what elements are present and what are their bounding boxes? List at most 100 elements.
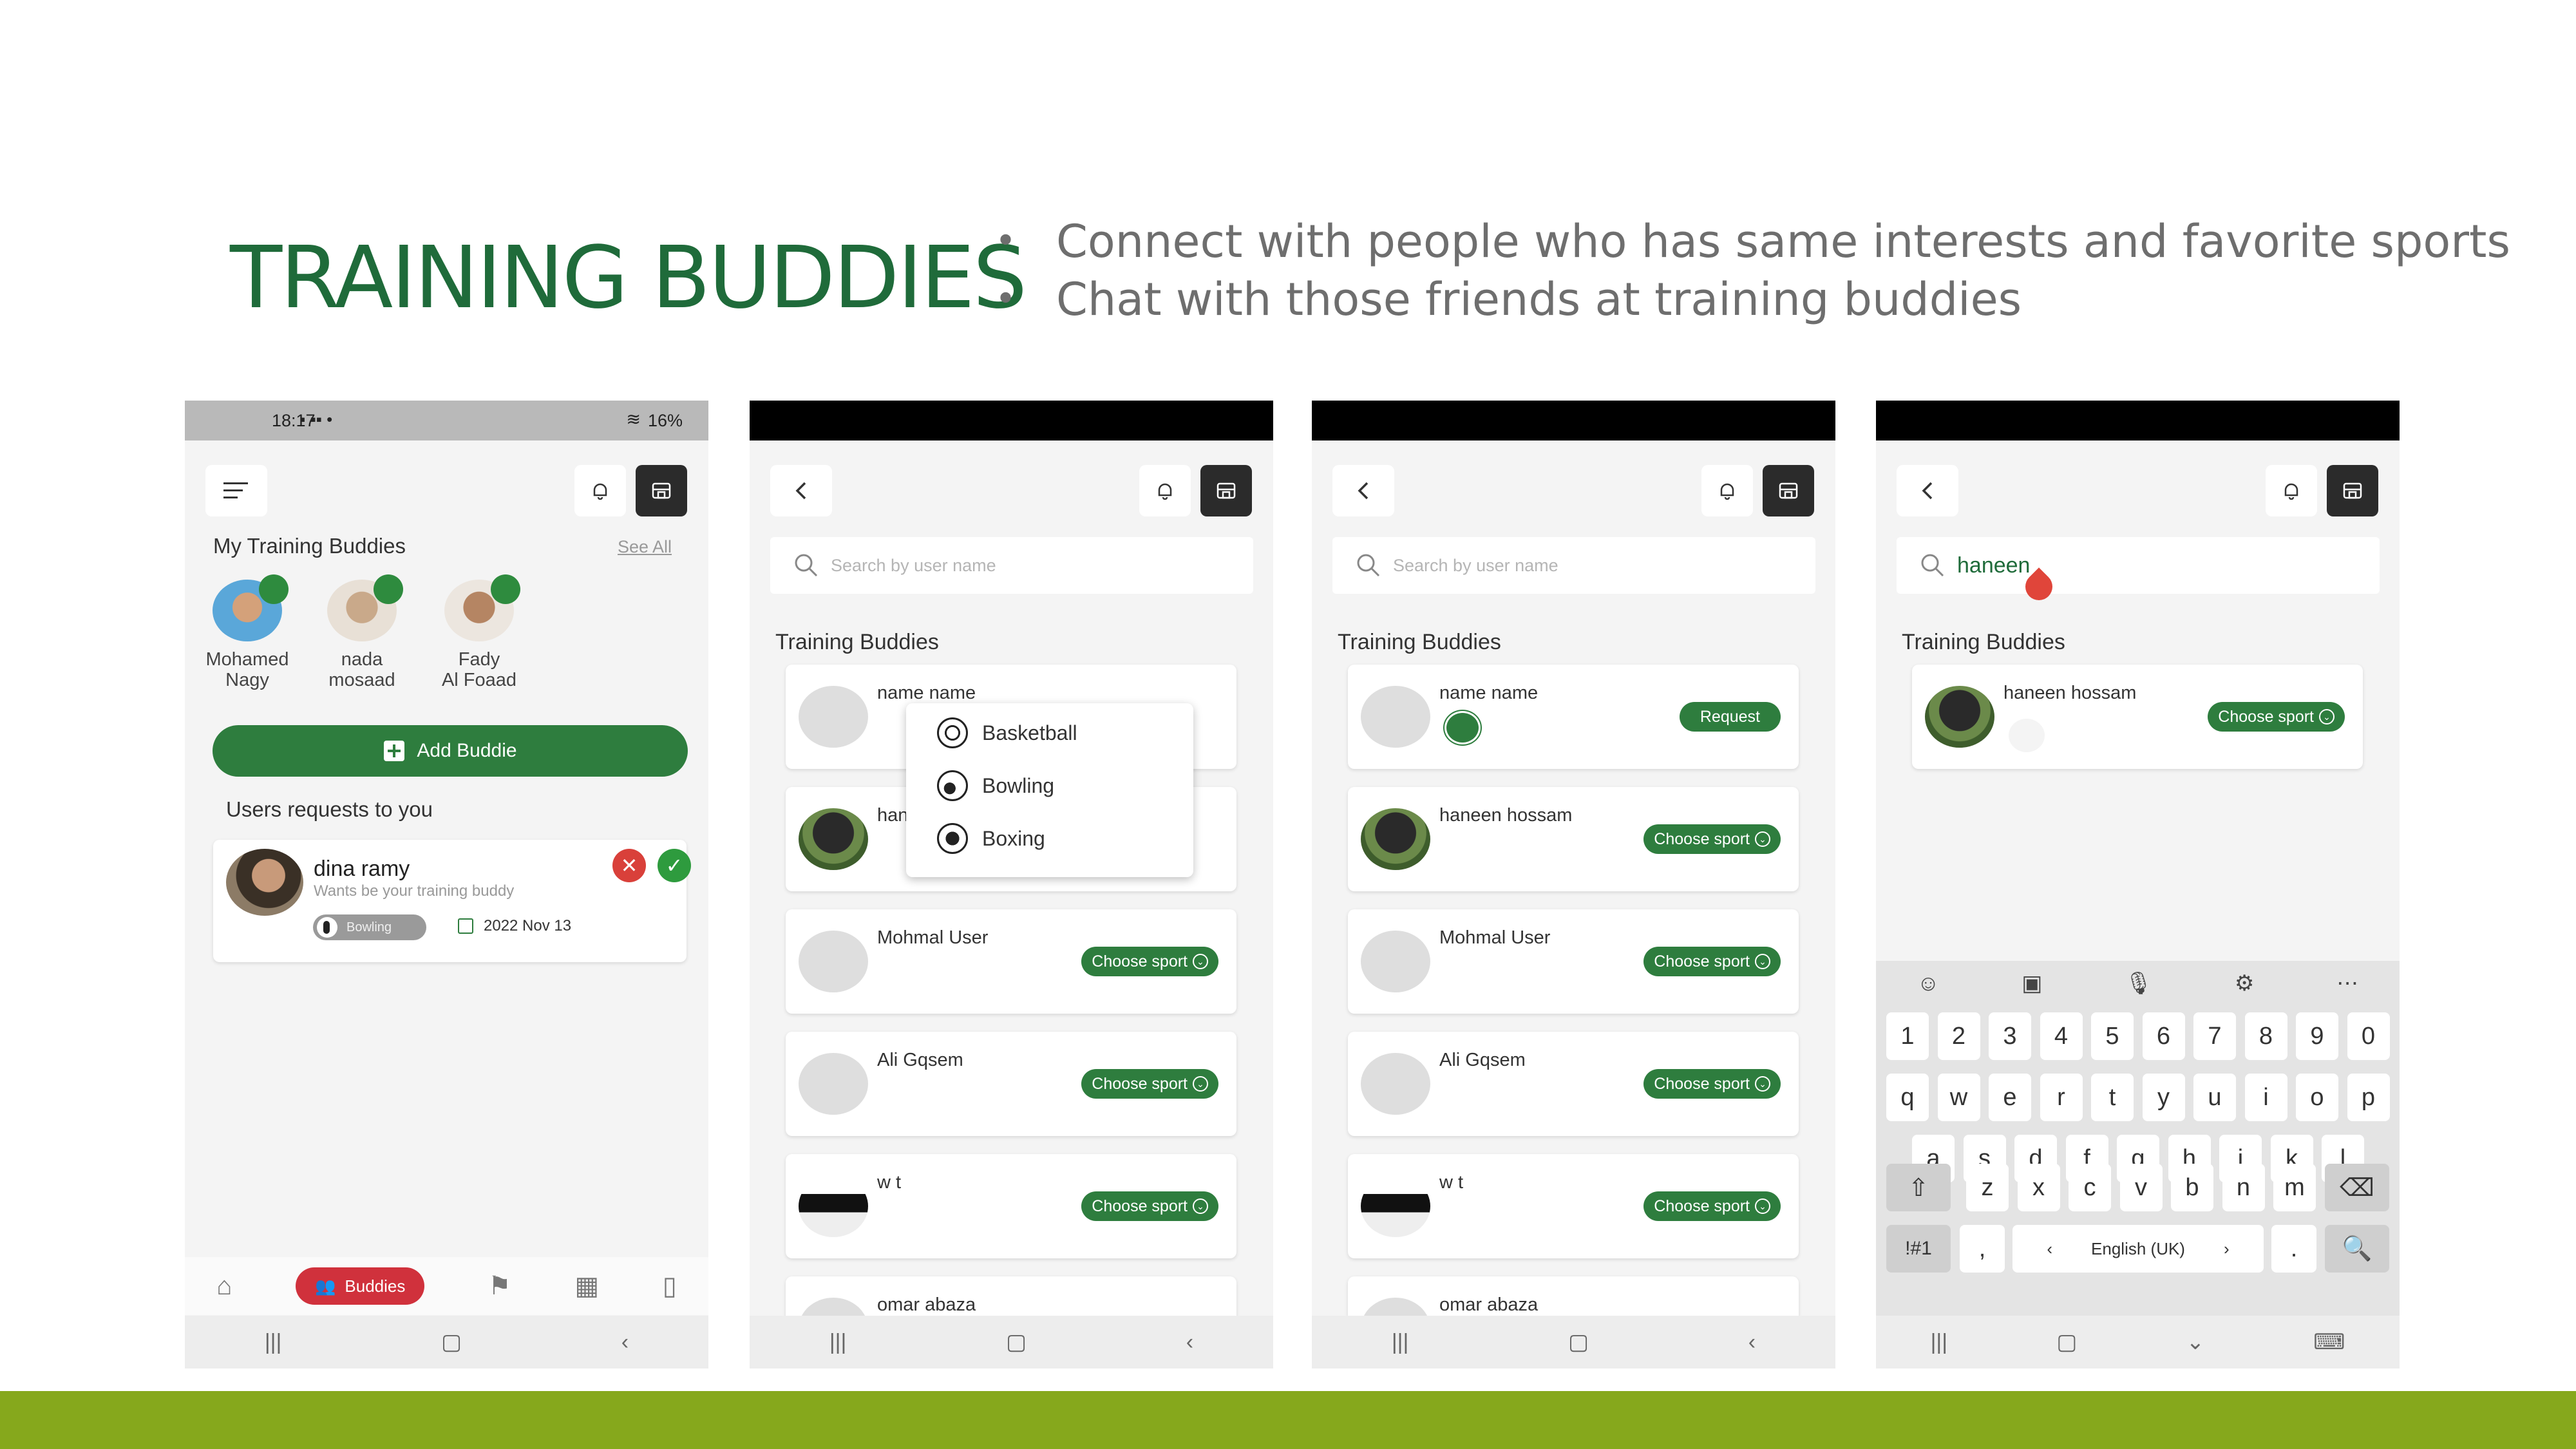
key-4[interactable]: 4 bbox=[2040, 1012, 2083, 1060]
key-c[interactable]: c bbox=[2069, 1164, 2111, 1211]
recents-icon[interactable]: ||| bbox=[829, 1330, 847, 1355]
buddy-card[interactable]: Ali Gqsem Choose sport ⌄ bbox=[786, 1032, 1236, 1136]
key-w[interactable]: w bbox=[1937, 1074, 1980, 1121]
key-9[interactable]: 9 bbox=[2296, 1012, 2338, 1060]
dropdown-option[interactable]: Basketball bbox=[937, 717, 1077, 748]
buddy-card[interactable]: Ali Gqsem Choose sport ⌄ bbox=[1348, 1032, 1799, 1136]
more-icon[interactable]: ⋯ bbox=[2336, 971, 2358, 996]
choose-sport-button[interactable]: Choose sport ⌄ bbox=[1081, 1191, 1218, 1221]
back-button[interactable] bbox=[770, 465, 832, 516]
key-n[interactable]: n bbox=[2222, 1164, 2265, 1211]
buddy-card[interactable]: Mohmal User Choose sport ⌄ bbox=[1348, 909, 1799, 1014]
choose-sport-button[interactable]: Choose sport ⌄ bbox=[1643, 1069, 1781, 1099]
sticker-icon[interactable]: ▣ bbox=[2022, 971, 2042, 996]
choose-sport-button[interactable]: Choose sport ⌄ bbox=[1081, 1069, 1218, 1099]
home-circle-icon[interactable]: ▢ bbox=[441, 1329, 462, 1355]
notifications-button[interactable] bbox=[2266, 465, 2317, 516]
backspace-key[interactable]: ⌫ bbox=[2325, 1164, 2389, 1211]
menu-button[interactable] bbox=[205, 465, 267, 516]
calendar-icon[interactable]: ▦ bbox=[574, 1271, 599, 1301]
home-circle-icon[interactable]: ▢ bbox=[2056, 1329, 2077, 1355]
home-circle-icon[interactable]: ▢ bbox=[1006, 1329, 1027, 1355]
search-input[interactable]: haneen bbox=[1897, 537, 2380, 594]
recents-icon[interactable]: ||| bbox=[265, 1330, 282, 1355]
key-x[interactable]: x bbox=[2017, 1164, 2060, 1211]
key-t[interactable]: t bbox=[2091, 1074, 2134, 1121]
buddy-item[interactable]: nada mosaad bbox=[320, 574, 404, 690]
key-y[interactable]: y bbox=[2142, 1074, 2185, 1121]
see-all-link[interactable]: See All bbox=[618, 537, 672, 557]
key-0[interactable]: 0 bbox=[2347, 1012, 2390, 1060]
key-5[interactable]: 5 bbox=[2091, 1012, 2134, 1060]
dropdown-option[interactable]: Boxing bbox=[937, 823, 1045, 854]
notifications-button[interactable] bbox=[1139, 465, 1191, 516]
request-button[interactable]: Request bbox=[1679, 702, 1781, 732]
store-button[interactable] bbox=[1200, 465, 1252, 516]
key-7[interactable]: 7 bbox=[2193, 1012, 2236, 1060]
nav-buddies-tab[interactable]: 👥 Buddies bbox=[296, 1267, 425, 1305]
buddy-card[interactable]: w t Choose sport ⌄ bbox=[1348, 1154, 1799, 1258]
request-card[interactable]: dina ramy Wants be your training buddy B… bbox=[213, 840, 691, 962]
shift-key[interactable]: ⇧ bbox=[1886, 1164, 1951, 1211]
key-r[interactable]: r bbox=[2040, 1074, 2083, 1121]
choose-sport-button[interactable]: Choose sport ⌄ bbox=[1643, 947, 1781, 976]
notifications-button[interactable] bbox=[1701, 465, 1753, 516]
key-z[interactable]: z bbox=[1966, 1164, 2009, 1211]
reject-button[interactable]: ✕ bbox=[612, 849, 646, 882]
key-p[interactable]: p bbox=[2347, 1074, 2390, 1121]
key-e[interactable]: e bbox=[1989, 1074, 2031, 1121]
store-button[interactable] bbox=[1763, 465, 1814, 516]
key-i[interactable]: i bbox=[2244, 1074, 2287, 1121]
notifications-button[interactable] bbox=[574, 465, 626, 516]
gear-icon[interactable]: ⚙ bbox=[2235, 971, 2254, 996]
choose-sport-button[interactable]: Choose sport ⌄ bbox=[1643, 1191, 1781, 1221]
buddy-card[interactable]: name name Request bbox=[1348, 665, 1799, 769]
search-input[interactable]: Search by user name bbox=[1332, 537, 1815, 594]
choose-sport-button[interactable]: Choose sport ⌄ bbox=[2208, 702, 2345, 732]
symbols-key[interactable]: !#1 bbox=[1886, 1225, 1951, 1273]
store-button[interactable] bbox=[2327, 465, 2378, 516]
spacebar-key[interactable]: ‹ English (UK) › bbox=[2012, 1225, 2264, 1273]
back-icon[interactable]: ‹ bbox=[1186, 1330, 1193, 1355]
key-m[interactable]: m bbox=[2273, 1164, 2316, 1211]
key-6[interactable]: 6 bbox=[2142, 1012, 2185, 1060]
microphone-icon[interactable]: 🎙 bbox=[2125, 971, 2152, 996]
emoji-icon[interactable]: ☺ bbox=[1917, 971, 1940, 996]
buddy-card[interactable]: haneen hossam Choose sport ⌄ bbox=[1912, 665, 2363, 769]
key-1[interactable]: 1 bbox=[1886, 1012, 1929, 1060]
add-buddie-button[interactable]: Add Buddie bbox=[213, 725, 688, 777]
back-icon[interactable]: ‹ bbox=[1748, 1330, 1756, 1355]
home-icon[interactable]: ⌂ bbox=[216, 1272, 232, 1301]
accept-button[interactable]: ✓ bbox=[658, 849, 691, 882]
key-u[interactable]: u bbox=[2193, 1074, 2236, 1121]
choose-sport-button[interactable]: Choose sport ⌄ bbox=[1643, 824, 1781, 854]
hide-keyboard-icon[interactable]: ⌄ bbox=[2186, 1329, 2205, 1355]
buddy-item[interactable]: Mohamed Nagy bbox=[205, 574, 289, 690]
home-circle-icon[interactable]: ▢ bbox=[1568, 1329, 1589, 1355]
key-2[interactable]: 2 bbox=[1937, 1012, 1980, 1060]
comma-key[interactable]: , bbox=[1960, 1225, 2005, 1273]
key-v[interactable]: v bbox=[2119, 1164, 2163, 1211]
key-q[interactable]: q bbox=[1886, 1074, 1929, 1121]
period-key[interactable]: . bbox=[2271, 1225, 2316, 1273]
key-o[interactable]: o bbox=[2296, 1074, 2338, 1121]
search-key[interactable]: 🔍 bbox=[2325, 1225, 2389, 1273]
search-input[interactable]: Search by user name bbox=[770, 537, 1253, 594]
store-button[interactable] bbox=[636, 465, 687, 516]
key-b[interactable]: b bbox=[2171, 1164, 2213, 1211]
flag-icon[interactable]: ⚑ bbox=[488, 1271, 511, 1301]
buddy-card[interactable]: w t Choose sport ⌄ bbox=[786, 1154, 1236, 1258]
back-button[interactable] bbox=[1332, 465, 1394, 516]
buddy-card[interactable]: haneen hossam Choose sport ⌄ bbox=[1348, 787, 1799, 891]
keyboard-icon[interactable]: ⌨ bbox=[2313, 1329, 2345, 1355]
choose-sport-button[interactable]: Choose sport ⌄ bbox=[1081, 947, 1218, 976]
key-3[interactable]: 3 bbox=[1989, 1012, 2031, 1060]
recents-icon[interactable]: ||| bbox=[1931, 1330, 1948, 1355]
buddy-item[interactable]: Fady Al Foaad bbox=[437, 574, 521, 690]
phone-icon[interactable]: ▯ bbox=[663, 1271, 677, 1301]
buddy-card[interactable]: Mohmal User Choose sport ⌄ bbox=[786, 909, 1236, 1014]
recents-icon[interactable]: ||| bbox=[1392, 1330, 1409, 1355]
dropdown-option[interactable]: Bowling bbox=[937, 770, 1054, 801]
back-icon[interactable]: ‹ bbox=[621, 1330, 629, 1355]
key-8[interactable]: 8 bbox=[2244, 1012, 2287, 1060]
